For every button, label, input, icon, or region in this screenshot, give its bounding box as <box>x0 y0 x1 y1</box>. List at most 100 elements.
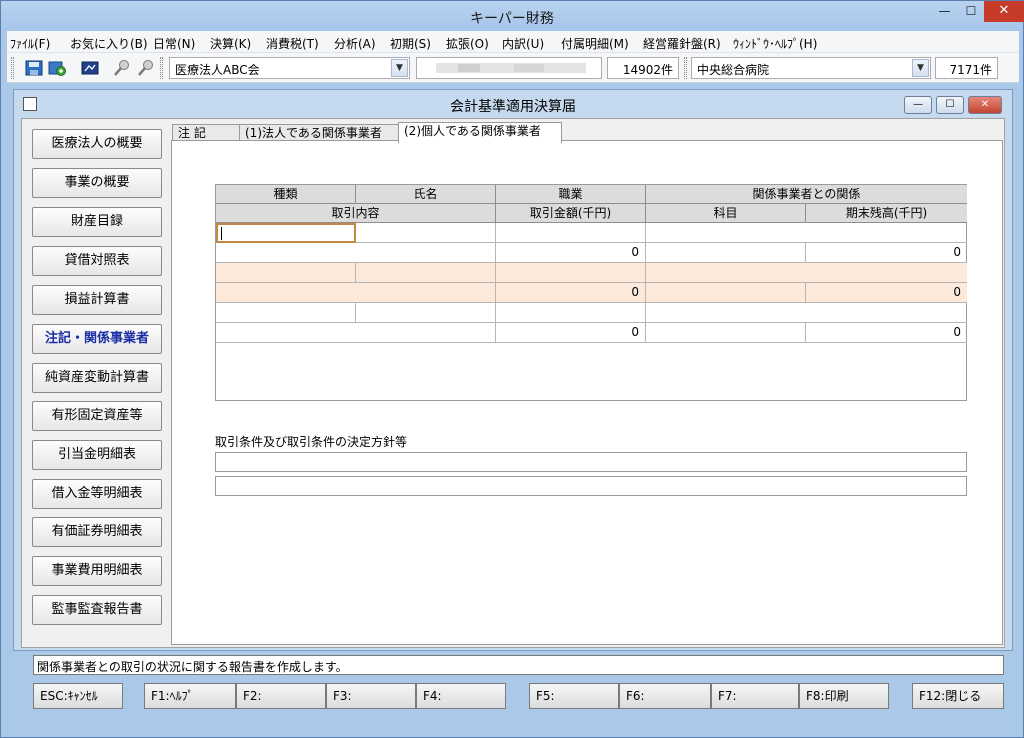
relationship-cell-3[interactable] <box>646 303 967 323</box>
esc-cancel-button[interactable]: ESC:ｷｬﾝｾﾙ <box>33 683 123 709</box>
menu-closing[interactable]: 決算(K) <box>210 35 251 52</box>
menu-window-help[interactable]: ｳｨﾝﾄﾞｳ･ﾍﾙﾌﾟ(H) <box>733 35 817 52</box>
occupation-cell-3[interactable] <box>496 303 646 323</box>
header-account: 科目 <box>646 204 806 223</box>
nav-balance-sheet[interactable]: 貸借対照表 <box>32 246 162 276</box>
menu-tax[interactable]: 消費税(T) <box>266 35 319 52</box>
child-window: 会計基準適用決算届 — ☐ ✕ 医療法人の概要 事業の概要 財産目録 貸借対照表… <box>13 89 1013 651</box>
refresh-icon[interactable] <box>48 59 66 77</box>
name-cell-2[interactable] <box>356 263 496 283</box>
toolbar-grip-3[interactable] <box>684 57 687 79</box>
nav-notes-related-parties[interactable]: 注記・関係事業者 <box>32 324 162 354</box>
type-cell-3[interactable] <box>216 303 356 323</box>
account-cell-3[interactable] <box>646 323 806 343</box>
nav-business-overview[interactable]: 事業の概要 <box>32 168 162 198</box>
minimize-button[interactable]: — <box>931 1 958 22</box>
nav-reserves[interactable]: 引当金明細表 <box>32 440 162 470</box>
child-close-button[interactable]: ✕ <box>968 96 1002 114</box>
title-bar[interactable]: キーパー財務 — ☐ ✕ <box>1 1 1024 31</box>
transaction-cell-3[interactable] <box>216 323 496 343</box>
menu-initial[interactable]: 初期(S) <box>390 35 431 52</box>
hospital-name: 中央総合病院 <box>697 63 770 77</box>
relationship-cell-1[interactable] <box>646 223 967 243</box>
nav-tangible-fixed-assets[interactable]: 有形固定資産等 <box>32 401 162 431</box>
window-title: キーパー財務 <box>470 11 554 27</box>
related-party-grid: 種類 氏名 職業 関係事業者との関係 取引内容 取引金額(千円) 科目 期末残高… <box>215 184 967 401</box>
occupation-cell-1[interactable] <box>496 223 646 243</box>
header-name: 氏名 <box>356 185 496 204</box>
maximize-button[interactable]: ☐ <box>958 1 984 22</box>
type-cell-1[interactable] <box>216 223 356 243</box>
nav-business-expenses[interactable]: 事業費用明細表 <box>32 556 162 586</box>
count-field-1: 14902件 <box>607 57 679 79</box>
nav-corporation-overview[interactable]: 医療法人の概要 <box>32 129 162 159</box>
corporation-combo[interactable]: 医療法人ABC会 ▼ <box>169 57 410 79</box>
header-occupation: 職業 <box>496 185 646 204</box>
account-cell-1[interactable] <box>646 243 806 263</box>
nav-securities[interactable]: 有価証券明細表 <box>32 517 162 547</box>
f4-button[interactable]: F4: <box>416 683 506 709</box>
toolbar-grip-2[interactable] <box>160 57 163 79</box>
menu-compass[interactable]: 経営羅針盤(R) <box>643 35 721 52</box>
save-icon[interactable] <box>25 59 43 77</box>
close-button[interactable]: ✕ <box>984 1 1024 22</box>
menu-breakdown[interactable]: 内訳(U) <box>502 35 544 52</box>
child-body: 医療法人の概要 事業の概要 財産目録 貸借対照表 損益計算書 注記・関係事業者 … <box>21 118 1005 648</box>
f2-button[interactable]: F2: <box>236 683 326 709</box>
nav-borrowings[interactable]: 借入金等明細表 <box>32 479 162 509</box>
header-transaction: 取引内容 <box>216 204 496 223</box>
count-1: 14902件 <box>622 63 673 77</box>
name-cell-3[interactable] <box>356 303 496 323</box>
name-cell-1[interactable] <box>356 223 496 243</box>
toolbar-grip[interactable] <box>11 57 14 79</box>
f12-close-button[interactable]: F12:閉じる <box>912 683 1004 709</box>
f7-button[interactable]: F7: <box>711 683 799 709</box>
blurred-text-icon <box>436 63 586 73</box>
f5-button[interactable]: F5: <box>529 683 619 709</box>
nav-net-assets-changes[interactable]: 純資産変動計算書 <box>32 363 162 393</box>
f6-button[interactable]: F6: <box>619 683 711 709</box>
menu-file[interactable]: ﾌｧｲﾙ(F) <box>10 35 50 52</box>
conditions-input-1[interactable] <box>215 452 967 472</box>
relationship-cell-2[interactable] <box>646 263 967 283</box>
transaction-cell-1[interactable] <box>216 243 496 263</box>
header-relationship: 関係事業者との関係 <box>646 185 967 204</box>
nav-income-statement[interactable]: 損益計算書 <box>32 285 162 315</box>
f8-print-button[interactable]: F8:印刷 <box>799 683 889 709</box>
balance-cell-2[interactable]: 0 <box>806 283 967 303</box>
occupation-cell-2[interactable] <box>496 263 646 283</box>
f3-button[interactable]: F3: <box>326 683 416 709</box>
type-cell-2[interactable] <box>216 263 356 283</box>
child-minimize-button[interactable]: — <box>904 96 932 114</box>
menu-favorites[interactable]: お気に入り(B) <box>70 35 148 52</box>
amount-cell-1[interactable]: 0 <box>496 243 646 263</box>
hospital-combo[interactable]: 中央総合病院 ▼ <box>691 57 931 79</box>
menu-extend[interactable]: 拡張(O) <box>446 35 489 52</box>
menu-attached[interactable]: 付属明細(M) <box>561 35 629 52</box>
corporation-name: 医療法人ABC会 <box>175 63 260 77</box>
count-field-2: 7171件 <box>935 57 998 79</box>
menu-analysis[interactable]: 分析(A) <box>334 35 376 52</box>
print-icon[interactable] <box>81 59 99 77</box>
child-maximize-button[interactable]: ☐ <box>936 96 964 114</box>
amount-cell-3[interactable]: 0 <box>496 323 646 343</box>
search-next-icon[interactable] <box>137 59 155 77</box>
menu-daily[interactable]: 日常(N) <box>153 35 195 52</box>
nav-asset-inventory[interactable]: 財産目録 <box>32 207 162 237</box>
nav-audit-report[interactable]: 監事監査報告書 <box>32 595 162 625</box>
header-type: 種類 <box>216 185 356 204</box>
f1-help-button[interactable]: F1:ﾍﾙﾌﾟ <box>144 683 236 709</box>
search-icon[interactable] <box>113 59 131 77</box>
masked-field[interactable] <box>416 57 602 79</box>
balance-cell-3[interactable]: 0 <box>806 323 967 343</box>
amount-cell-2[interactable]: 0 <box>496 283 646 303</box>
account-cell-2[interactable] <box>646 283 806 303</box>
toolbar: 医療法人ABC会 ▼ 14902件 中央総合病院 ▼ 7171件 <box>7 53 1019 83</box>
status-bar: 関係事業者との取引の状況に関する報告書を作成します。 <box>33 655 1004 675</box>
tab-individual-related[interactable]: (2)個人である関係事業者 <box>398 122 562 143</box>
chevron-down-icon[interactable]: ▼ <box>912 59 929 77</box>
chevron-down-icon[interactable]: ▼ <box>391 59 408 77</box>
transaction-cell-2[interactable] <box>216 283 496 303</box>
balance-cell-1[interactable]: 0 <box>806 243 967 263</box>
conditions-input-2[interactable] <box>215 476 967 496</box>
